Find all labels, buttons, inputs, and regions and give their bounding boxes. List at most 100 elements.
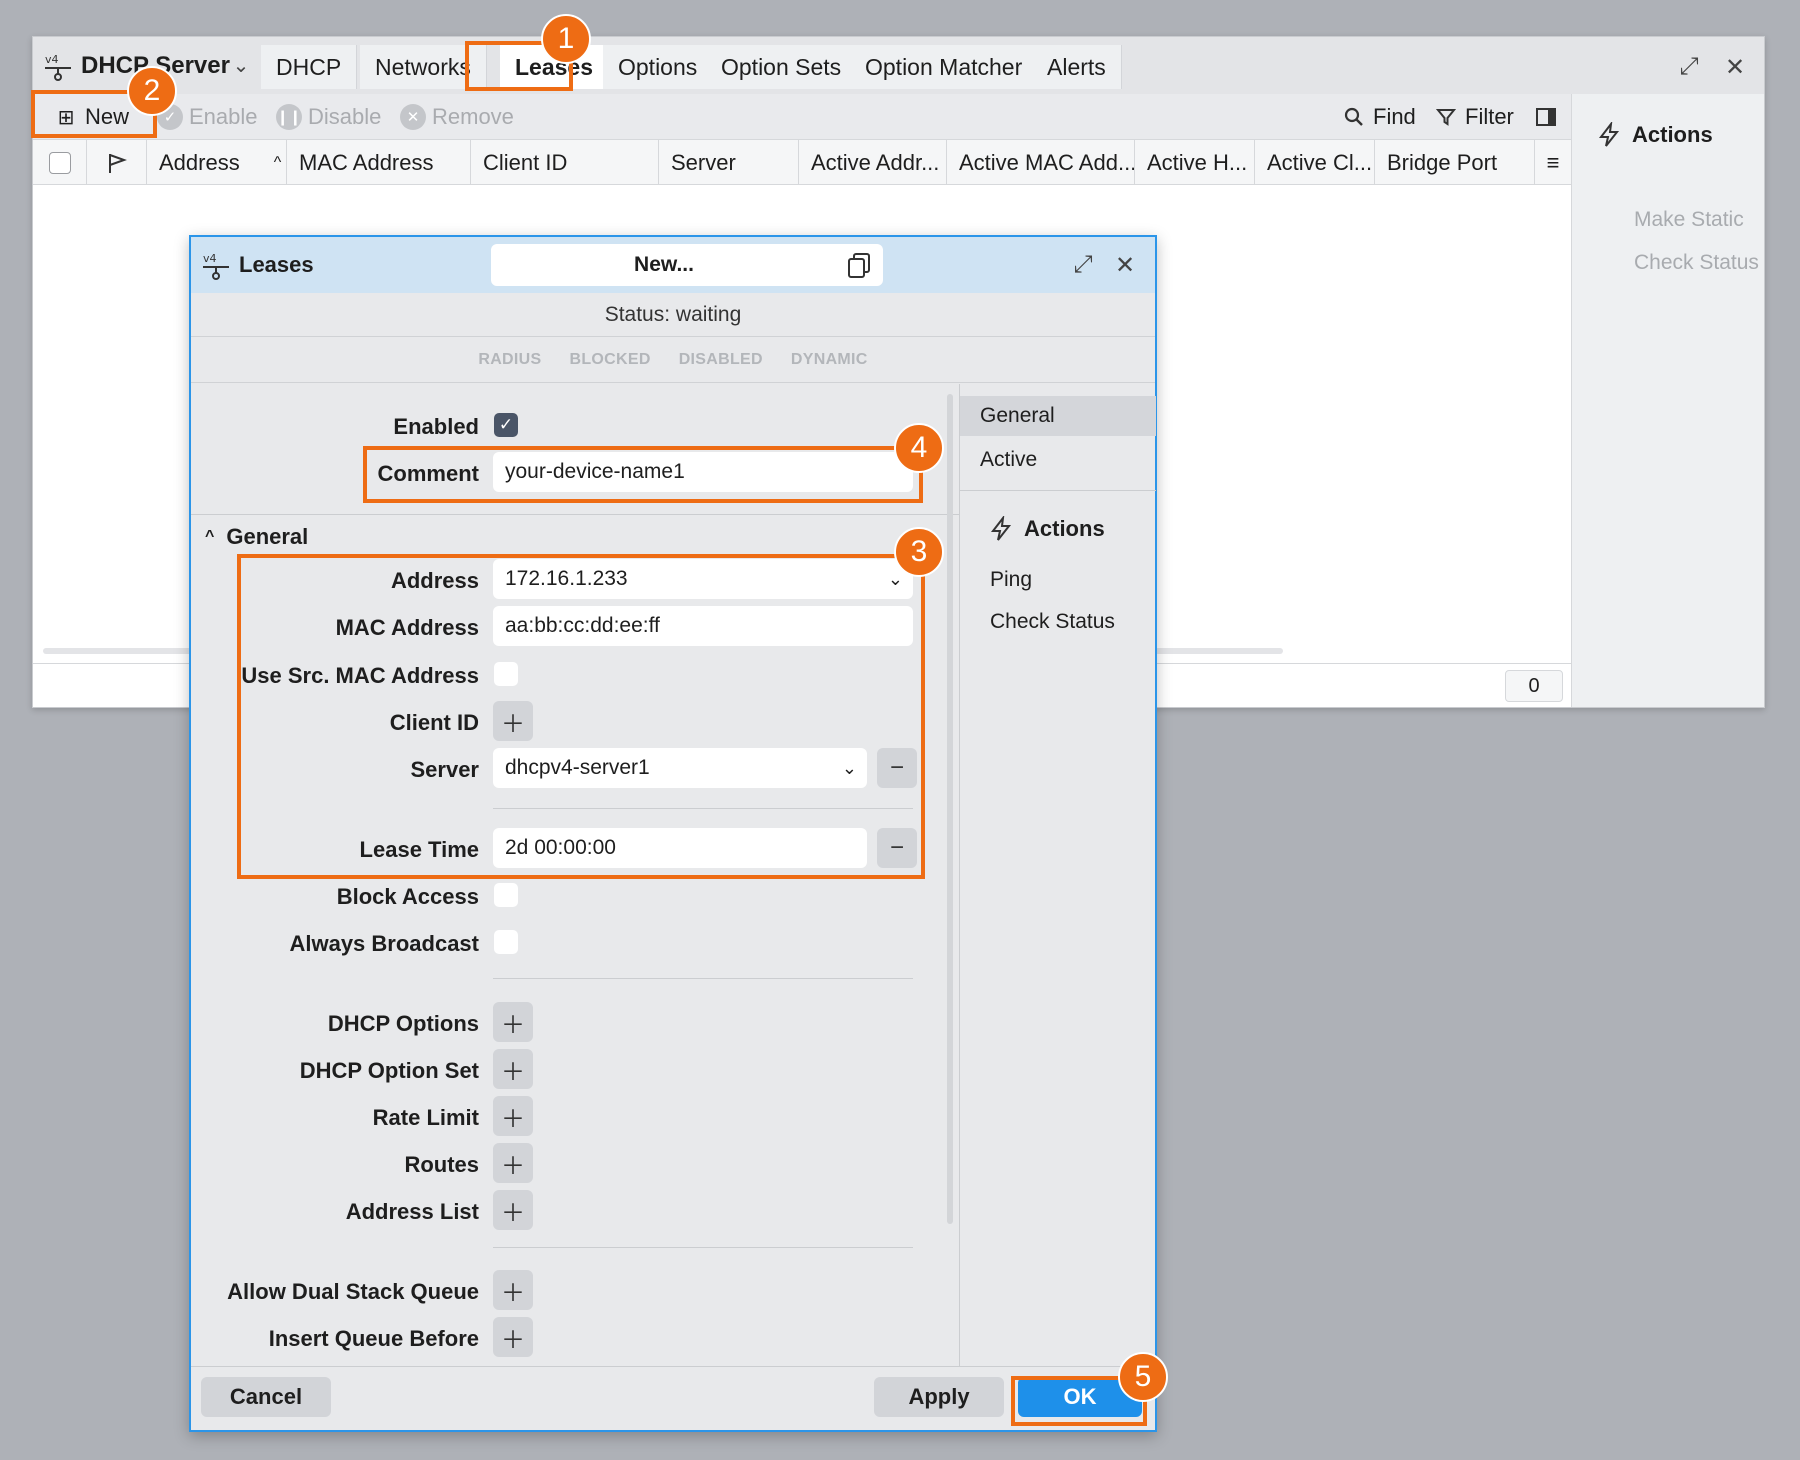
flag-radius: RADIUS xyxy=(478,350,542,368)
flag-column[interactable] xyxy=(87,140,147,185)
step-badge-5: 5 xyxy=(1118,1352,1168,1402)
tab-option-matcher[interactable]: Option Matcher xyxy=(850,45,1039,89)
section-divider xyxy=(191,514,959,515)
column-client-id[interactable]: Client ID xyxy=(471,140,659,185)
column-active-hostname[interactable]: Active H... xyxy=(1135,140,1255,185)
ping-action[interactable]: Ping xyxy=(990,568,1032,592)
find-button-label: Find xyxy=(1373,104,1416,129)
make-static-action[interactable]: Make Static xyxy=(1634,208,1744,232)
enable-button-label: Enable xyxy=(189,104,258,129)
step-badge-2: 2 xyxy=(127,66,177,116)
tab-dhcp[interactable]: DHCP xyxy=(261,45,358,89)
network-icon: v4 xyxy=(203,252,229,280)
actions-header: Actions xyxy=(1596,122,1713,148)
flags-bar: RADIUS BLOCKED DISABLED DYNAMIC xyxy=(191,337,1155,383)
find-button[interactable]: Find xyxy=(1341,100,1416,134)
allow-dual-stack-add-button[interactable]: ＋ xyxy=(493,1270,533,1310)
address-list-label: Address List xyxy=(345,1199,479,1224)
svg-text:v4: v4 xyxy=(203,252,217,265)
dhcp-option-set-label: DHCP Option Set xyxy=(299,1058,479,1083)
column-mac-address[interactable]: MAC Address xyxy=(287,140,471,185)
column-active-address[interactable]: Active Addr... xyxy=(799,140,947,185)
copy-icon[interactable] xyxy=(845,251,873,279)
filter-icon xyxy=(1433,104,1459,130)
tab-options[interactable]: Options xyxy=(603,45,714,89)
disable-button[interactable]: ❙❙ Disable xyxy=(276,100,381,134)
network-icon: v4 xyxy=(45,53,71,81)
column-address[interactable]: Address ^ xyxy=(147,140,287,185)
rate-limit-label: Rate Limit xyxy=(372,1105,479,1130)
column-server[interactable]: Server xyxy=(659,140,799,185)
item-name-box: New... xyxy=(491,244,883,286)
check-status-action[interactable]: Check Status xyxy=(1634,251,1759,275)
close-icon[interactable]: ✕ xyxy=(1719,51,1751,83)
flag-disabled: DISABLED xyxy=(678,350,763,368)
maximize-icon[interactable]: ⤢ xyxy=(1067,249,1099,281)
select-all-cell xyxy=(33,140,87,185)
separator xyxy=(960,490,1156,491)
remove-button[interactable]: ✕ Remove xyxy=(400,100,514,134)
actions-header-label: Actions xyxy=(1632,122,1713,147)
close-icon[interactable]: ✕ xyxy=(1109,249,1141,281)
item-name: New... xyxy=(634,253,694,276)
step-badge-4: 4 xyxy=(894,423,944,473)
always-broadcast-label: Always Broadcast xyxy=(289,931,479,956)
main-titlebar: v4 DHCP Server ⌄ DHCP Networks Leases Op… xyxy=(33,37,1764,94)
rate-limit-add-button[interactable]: ＋ xyxy=(493,1096,533,1136)
routes-label: Routes xyxy=(404,1152,479,1177)
separator xyxy=(493,1247,913,1248)
enabled-label: Enabled xyxy=(393,414,479,439)
filter-button-label: Filter xyxy=(1465,104,1514,129)
column-menu-icon[interactable]: ≡ xyxy=(1535,140,1571,185)
always-broadcast-checkbox[interactable] xyxy=(494,930,518,954)
row-count: 0 xyxy=(1505,670,1563,702)
routes-add-button[interactable]: ＋ xyxy=(493,1143,533,1183)
step-badge-3: 3 xyxy=(894,527,944,577)
insert-queue-before-label: Insert Queue Before xyxy=(268,1326,479,1351)
disable-button-label: Disable xyxy=(308,104,382,129)
column-bridge-port[interactable]: Bridge Port xyxy=(1375,140,1535,185)
cancel-button[interactable]: Cancel xyxy=(201,1377,331,1417)
separator xyxy=(493,978,913,979)
address-list-add-button[interactable]: ＋ xyxy=(493,1190,533,1230)
insert-queue-before-add-button[interactable]: ＋ xyxy=(493,1317,533,1357)
status-text: Status: waiting xyxy=(191,293,1155,337)
dialog-actions-label: Actions xyxy=(1024,516,1105,541)
lightning-icon xyxy=(1598,122,1620,147)
svg-text:v4: v4 xyxy=(45,53,59,66)
panel-toggle-button[interactable] xyxy=(1533,100,1559,134)
column-active-mac-address[interactable]: Active MAC Add... xyxy=(947,140,1135,185)
remove-icon: ✕ xyxy=(400,104,426,130)
flag-blocked: BLOCKED xyxy=(569,350,651,368)
side-panel-icon xyxy=(1533,104,1559,130)
maximize-icon[interactable]: ⤢ xyxy=(1673,51,1705,83)
main-toolbar: ⊞ New ✓ Enable ❙❙ Disable ✕ Remove Find … xyxy=(33,94,1571,140)
apply-button[interactable]: Apply xyxy=(874,1377,1004,1417)
tab-alerts[interactable]: Alerts xyxy=(1032,45,1122,89)
chevron-down-icon[interactable]: ⌄ xyxy=(223,45,259,85)
leases-table-header: Address ^ MAC Address Client ID Server A… xyxy=(33,140,1571,185)
column-address-label: Address xyxy=(159,149,240,175)
general-section-label: General xyxy=(226,524,309,549)
dhcp-option-set-add-button[interactable]: ＋ xyxy=(493,1049,533,1089)
flag-icon xyxy=(108,153,127,173)
dhcp-options-add-button[interactable]: ＋ xyxy=(493,1002,533,1042)
nav-active[interactable]: Active xyxy=(960,440,1156,480)
sort-ascending-icon: ^ xyxy=(273,153,282,171)
vertical-scrollbar[interactable] xyxy=(947,394,953,1224)
general-section-toggle[interactable]: ^ General xyxy=(205,524,308,550)
check-status-action[interactable]: Check Status xyxy=(990,610,1115,634)
tab-option-sets[interactable]: Option Sets xyxy=(706,45,858,89)
column-active-client-id[interactable]: Active Cl... xyxy=(1255,140,1375,185)
select-all-checkbox[interactable] xyxy=(48,151,71,174)
dialog-title: Leases xyxy=(239,252,314,277)
enabled-checkbox[interactable]: ✓ xyxy=(494,413,518,437)
block-access-checkbox[interactable] xyxy=(494,883,518,907)
block-access-label: Block Access xyxy=(336,884,479,909)
dialog-side-panel: General Active Actions Ping Check Status xyxy=(959,384,1156,1366)
highlight-comment-field xyxy=(363,446,923,503)
dhcp-options-label: DHCP Options xyxy=(327,1011,479,1036)
nav-general[interactable]: General xyxy=(960,396,1156,436)
lightning-icon xyxy=(990,516,1012,541)
filter-button[interactable]: Filter xyxy=(1433,100,1514,134)
